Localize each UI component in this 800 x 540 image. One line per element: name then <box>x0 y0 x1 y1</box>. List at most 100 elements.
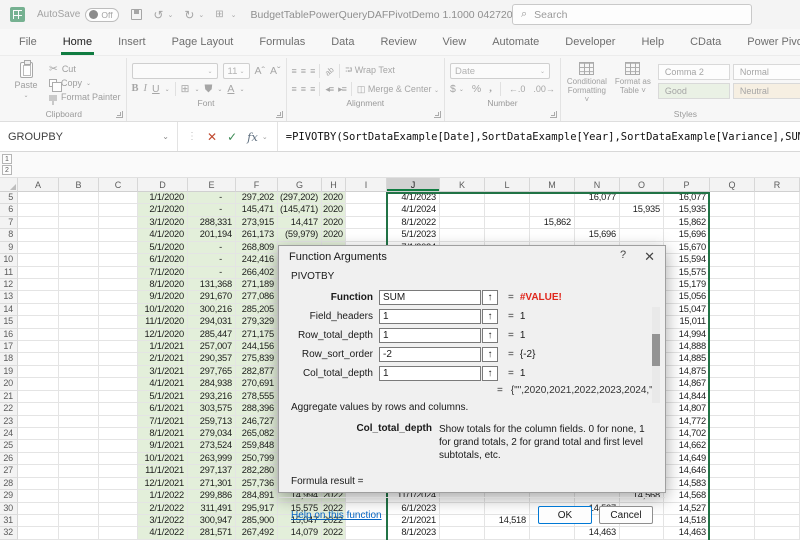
cell-A7[interactable] <box>18 216 59 230</box>
cell-F5[interactable]: 297,202 <box>236 192 278 205</box>
cell-F26[interactable]: 250,799 <box>236 452 278 466</box>
cell-F15[interactable]: 279,329 <box>236 316 278 329</box>
col-header-L[interactable]: L <box>485 178 530 192</box>
cell-R15[interactable] <box>755 316 800 329</box>
row-header-29[interactable]: 29 <box>0 490 18 503</box>
cell-Q17[interactable] <box>710 341 755 354</box>
col-header-N[interactable]: N <box>575 178 620 192</box>
cell-F22[interactable]: 288,396 <box>236 403 278 416</box>
cell-D30[interactable]: 2/1/2022 <box>138 502 188 515</box>
cell-E11[interactable]: - <box>188 266 236 279</box>
cell-I5[interactable] <box>346 192 387 205</box>
cell-Q30[interactable] <box>710 502 755 515</box>
tab-insert[interactable]: Insert <box>116 29 148 55</box>
cell-B13[interactable] <box>59 291 99 304</box>
cell-F30[interactable]: 295,917 <box>236 502 278 515</box>
cell-E30[interactable]: 311,491 <box>188 502 236 515</box>
decrease-font-icon[interactable]: Aˇ <box>270 66 281 77</box>
paste-button[interactable]: Paste ⌄ <box>7 59 45 99</box>
cell-P7[interactable]: 15,862 <box>664 216 710 230</box>
cell-R32[interactable] <box>755 527 800 540</box>
cell-A15[interactable] <box>18 316 59 329</box>
confirm-entry-icon[interactable]: ✓ <box>227 130 237 144</box>
cell-A32[interactable] <box>18 527 59 540</box>
cell-C22[interactable] <box>99 403 138 416</box>
cell-C7[interactable] <box>99 216 138 230</box>
save-icon[interactable] <box>131 9 143 20</box>
cell-A10[interactable] <box>18 254 59 267</box>
cell-Q32[interactable] <box>710 527 755 540</box>
cell-D27[interactable]: 11/1/2021 <box>138 465 188 478</box>
cell-A20[interactable] <box>18 378 59 391</box>
cell-D18[interactable]: 2/1/2021 <box>138 353 188 366</box>
cell-Q7[interactable] <box>710 216 755 230</box>
cell-E17[interactable]: 257,007 <box>188 341 236 354</box>
cell-F14[interactable]: 285,205 <box>236 303 278 317</box>
cell-B20[interactable] <box>59 378 99 391</box>
cell-C17[interactable] <box>99 341 138 354</box>
cell-R28[interactable] <box>755 477 800 491</box>
insert-function-icon[interactable]: fx <box>247 130 258 144</box>
cell-M7[interactable]: 15,862 <box>530 216 575 230</box>
cell-A8[interactable] <box>18 229 59 242</box>
cell-B18[interactable] <box>59 353 99 366</box>
formula-input[interactable]: =PIVOTBY(SortDataExample[Date],SortDataE… <box>278 122 800 151</box>
cell-D31[interactable]: 3/1/2022 <box>138 514 188 528</box>
cell-P6[interactable]: 15,935 <box>664 204 710 217</box>
orientation-icon[interactable]: ab <box>323 65 336 78</box>
dialog-close-icon[interactable]: ✕ <box>644 249 655 265</box>
cell-A27[interactable] <box>18 465 59 478</box>
cell-B10[interactable] <box>59 254 99 267</box>
undo-icon[interactable]: ↺ <box>153 9 163 21</box>
cell-K8[interactable] <box>440 229 485 242</box>
merge-center-button[interactable]: ◫ Merge & Center ⌄ <box>357 84 439 95</box>
cell-E31[interactable]: 300,947 <box>188 514 236 528</box>
cell-Q22[interactable] <box>710 403 755 416</box>
cell-P23[interactable]: 14,772 <box>664 415 710 429</box>
tab-developer[interactable]: Developer <box>563 29 617 55</box>
cell-P28[interactable]: 14,583 <box>664 477 710 491</box>
cell-D14[interactable]: 10/1/2020 <box>138 303 188 317</box>
percent-style-icon[interactable]: % <box>472 84 481 95</box>
copy-button[interactable]: Copy ⌄ <box>49 77 121 92</box>
cell-A16[interactable] <box>18 328 59 342</box>
comma-style-icon[interactable]: , <box>489 83 492 95</box>
cell-C12[interactable] <box>99 278 138 292</box>
cell-D26[interactable]: 10/1/2021 <box>138 452 188 466</box>
cell-P14[interactable]: 15,047 <box>664 303 710 317</box>
cell-B6[interactable] <box>59 204 99 217</box>
cell-R8[interactable] <box>755 229 800 242</box>
cell-A13[interactable] <box>18 291 59 304</box>
redo-chevron-icon[interactable]: ⌄ <box>198 11 204 19</box>
cell-P22[interactable]: 14,807 <box>664 403 710 416</box>
argument-input-row-total-depth[interactable]: 1 <box>379 328 481 343</box>
cell-B28[interactable] <box>59 477 99 491</box>
cell-A19[interactable] <box>18 365 59 379</box>
select-all-corner[interactable] <box>0 178 18 192</box>
cell-M8[interactable] <box>530 229 575 242</box>
cell-E25[interactable]: 273,524 <box>188 440 236 453</box>
cell-R11[interactable] <box>755 266 800 279</box>
row-header-12[interactable]: 12 <box>0 278 18 292</box>
cell-D9[interactable]: 5/1/2020 <box>138 241 188 255</box>
cell-B16[interactable] <box>59 328 99 342</box>
cell-E18[interactable]: 290,357 <box>188 353 236 366</box>
cell-F20[interactable]: 270,691 <box>236 378 278 391</box>
font-name-select[interactable]: ⌄ <box>131 63 218 79</box>
row-header-19[interactable]: 19 <box>0 365 18 379</box>
cell-F28[interactable]: 257,736 <box>236 477 278 491</box>
cell-F17[interactable]: 244,156 <box>236 341 278 354</box>
number-format-select[interactable]: Date ⌄ <box>450 63 550 79</box>
cell-C31[interactable] <box>99 514 138 528</box>
cell-E20[interactable]: 284,938 <box>188 378 236 391</box>
cell-R10[interactable] <box>755 254 800 267</box>
tab-formulas[interactable]: Formulas <box>257 29 307 55</box>
fx-chevron-icon[interactable]: ⌄ <box>262 133 268 141</box>
tab-review[interactable]: Review <box>378 29 418 55</box>
cell-A29[interactable] <box>18 490 59 503</box>
cell-E10[interactable]: - <box>188 254 236 267</box>
cell-R17[interactable] <box>755 341 800 354</box>
wrap-text-button[interactable]: ⮒ Wrap Text <box>345 63 395 79</box>
row-header-23[interactable]: 23 <box>0 415 18 429</box>
cell-F11[interactable]: 266,402 <box>236 266 278 279</box>
